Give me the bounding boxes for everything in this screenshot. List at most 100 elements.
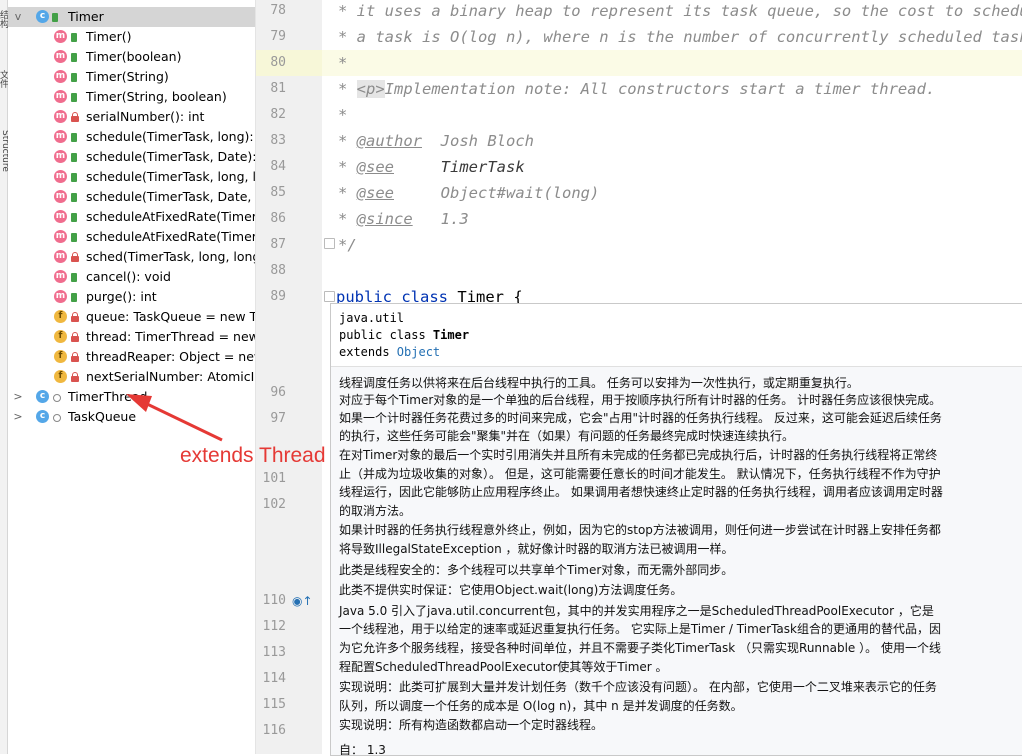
field-icon: f	[54, 370, 67, 383]
tree-node-label: scheduleAtFixedRate(TimerTa	[86, 209, 256, 224]
tree-node-timer[interactable]: v c Timer	[8, 7, 255, 27]
doc-text-line: 实现说明：此类可扩展到大量并发计划任务（数千个应该没有问题）。 在内部，它使用一…	[339, 680, 937, 694]
tree-node-member[interactable]: m schedule(TimerTask, long): vo	[8, 127, 255, 147]
fold-marker-icon[interactable]	[324, 238, 335, 249]
doc-text-line: 实现说明：所有构造函数都启动一个定时器线程。	[339, 718, 604, 732]
tree-node-label: Timer(String, boolean)	[86, 89, 227, 104]
line-number: 116	[262, 723, 286, 738]
tree-node-member[interactable]: f threadReaper: Object = new	[8, 347, 255, 367]
tree-node-label: Timer(String)	[86, 69, 169, 84]
line-number: 115	[262, 697, 286, 712]
code-line-82: *	[338, 106, 348, 124]
line-number: 81	[270, 81, 286, 96]
line-number: 102	[262, 497, 286, 512]
public-icon	[71, 93, 77, 102]
implemented-method-icon[interactable]: ◉↑	[292, 594, 313, 608]
tree-node-member[interactable]: m scheduleAtFixedRate(TimerTa	[8, 207, 255, 227]
class-icon: c	[36, 10, 49, 23]
line-number: 112	[262, 619, 286, 634]
structure-panel: v c Timer m Timer() m Timer(boolean) m Timer(…	[8, 0, 256, 754]
private-lock-icon	[71, 252, 79, 262]
tree-node-label: Timer(boolean)	[86, 49, 182, 64]
doc-package: java.util	[339, 311, 405, 325]
method-icon: m	[54, 250, 67, 263]
method-icon: m	[54, 30, 67, 43]
public-icon	[52, 13, 58, 22]
tree-node-label: sched(TimerTask, long, long)	[86, 249, 256, 264]
line-number: 88	[270, 263, 286, 278]
tree-node-member[interactable]: m purge(): int	[8, 287, 255, 307]
tree-node-member[interactable]: m Timer()	[8, 27, 255, 47]
doc-text-line: 此类不提供实时保证：它使用Object.wait(long)方法调度任务。	[339, 583, 683, 597]
tree-node-label: thread: TimerThread = new T	[86, 329, 256, 344]
line-number: 80	[270, 55, 286, 70]
line-number: 79	[270, 29, 286, 44]
tree-node-member[interactable]: m schedule(TimerTask, Date, lon	[8, 187, 255, 207]
doc-text-line: 对应于每个Timer对象的是一个单独的后台线程，用于按顺序执行所有计时器的任务。…	[339, 393, 942, 407]
package-private-icon	[53, 414, 61, 422]
tree-node-member[interactable]: f nextSerialNumber: AtomicInte	[8, 367, 255, 387]
public-icon	[71, 293, 77, 302]
tree-node-timerthread[interactable]: > c TimerThread	[8, 387, 255, 407]
method-icon: m	[54, 190, 67, 203]
tree-node-member[interactable]: m Timer(String)	[8, 67, 255, 87]
tree-node-label: schedule(TimerTask, long, lon	[86, 169, 256, 184]
quick-documentation-popup[interactable]: java.util public class Timer extends Obj…	[330, 303, 1022, 756]
line-number: 97	[270, 411, 286, 426]
tree-node-label: serialNumber(): int	[86, 109, 205, 124]
tree-node-member[interactable]: m Timer(boolean)	[8, 47, 255, 67]
tree-node-member[interactable]: m schedule(TimerTask, Date): vo	[8, 147, 255, 167]
field-icon: f	[54, 350, 67, 363]
chevron-right-icon[interactable]: >	[12, 407, 24, 427]
public-icon	[71, 233, 77, 242]
method-icon: m	[54, 230, 67, 243]
doc-text-line: 线程调度任务以供将来在后台线程中执行的工具。 任务可以安排为一次性执行，或定期重…	[339, 376, 859, 390]
tree-node-label: cancel(): void	[86, 269, 171, 284]
tree-node-member[interactable]: m Timer(String, boolean)	[8, 87, 255, 107]
line-number: 110	[262, 593, 286, 608]
method-icon: m	[54, 130, 67, 143]
public-icon	[71, 53, 77, 62]
doc-text-line: Java 5.0 引入了java.util.concurrent包，其中的并发实…	[339, 604, 934, 618]
code-line-80: *	[338, 54, 348, 72]
tree-node-taskqueue[interactable]: > c TaskQueue	[8, 407, 255, 427]
chevron-down-icon[interactable]: v	[12, 7, 24, 27]
tree-node-label: nextSerialNumber: AtomicInte	[86, 369, 256, 384]
chevron-right-icon[interactable]: >	[12, 387, 24, 407]
doc-extends: extends Object	[339, 345, 441, 359]
doc-text-line: 一个线程池，用于以给定的速率或延迟重复执行任务。 它实际上是Timer / Ti…	[339, 622, 941, 636]
field-icon: f	[54, 310, 67, 323]
line-number: 101	[262, 471, 286, 486]
fold-marker-icon[interactable]	[324, 291, 335, 302]
object-link[interactable]: Object	[397, 345, 440, 359]
tree-node-member[interactable]: f queue: TaskQueue = new Tas	[8, 307, 255, 327]
tree-node-member[interactable]: m scheduleAtFixedRate(TimerTa	[8, 227, 255, 247]
class-icon: c	[36, 390, 49, 403]
doc-signature: java.util public class Timer extends Obj…	[331, 304, 1022, 367]
line-number: 89	[270, 289, 286, 304]
public-icon	[71, 73, 77, 82]
private-lock-icon	[71, 332, 79, 342]
code-line-79: * a task is O(log n), where n is the num…	[338, 28, 1022, 46]
tree-node-member[interactable]: f thread: TimerThread = new T	[8, 327, 255, 347]
annotation-label: extends Thread	[180, 444, 326, 467]
doc-text-line: 程配置ScheduledThreadPoolExecutor使其等效于Timer…	[339, 660, 668, 674]
public-icon	[71, 173, 77, 182]
tree-node-label: schedule(TimerTask, Date): vo	[86, 149, 256, 164]
tree-node-member[interactable]: m serialNumber(): int	[8, 107, 255, 127]
doc-text-line: 的执行，这些任务可能会"聚集"并在（如果）有问题的任务最终完成时快速连续执行。	[339, 429, 795, 443]
tree-node-member[interactable]: m schedule(TimerTask, long, lon	[8, 167, 255, 187]
class-icon: c	[36, 410, 49, 423]
private-lock-icon	[71, 312, 79, 322]
current-line-highlight	[322, 50, 1022, 76]
doc-text-line: 的取消方法。	[339, 504, 412, 518]
tree-node-member[interactable]: m cancel(): void	[8, 267, 255, 287]
package-private-icon	[53, 394, 61, 402]
tree-node-label: queue: TaskQueue = new Tas	[86, 309, 256, 324]
tree-node-label: TaskQueue	[68, 409, 137, 424]
line-number: 113	[262, 645, 286, 660]
doc-text-line: 止（并成为垃圾收集的对象）。 但是，这可能需要任意长的时间才能发生。 默认情况下…	[339, 467, 941, 481]
doc-text-line: 如果计时器的任务执行线程意外终止，例如，因为它的stop方法被调用，则任何进一步…	[339, 523, 941, 537]
tree-node-member[interactable]: m sched(TimerTask, long, long)	[8, 247, 255, 267]
line-number: 85	[270, 185, 286, 200]
